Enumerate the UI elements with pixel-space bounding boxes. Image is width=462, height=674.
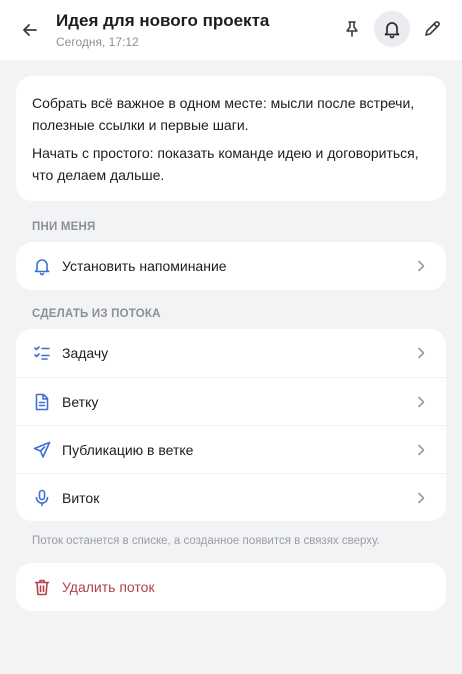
document-icon bbox=[32, 392, 52, 412]
arrow-left-icon bbox=[23, 24, 37, 36]
page-timestamp: Сегодня, 17:12 bbox=[56, 35, 139, 49]
microphone-icon bbox=[32, 488, 52, 508]
reminder-section-label: ПНИ МЕНЯ bbox=[32, 221, 96, 233]
convert-section-label: СДЕЛАТЬ ИЗ ПОТОКА bbox=[32, 308, 161, 320]
checklist-icon bbox=[32, 343, 52, 363]
make-branch-row[interactable]: Ветку bbox=[16, 377, 446, 425]
trash-icon bbox=[32, 577, 52, 597]
chevron-right-icon bbox=[414, 443, 428, 457]
bell-icon bbox=[32, 256, 52, 276]
note-paragraph: Начать с простого: показать команде идею… bbox=[32, 145, 419, 183]
make-voice-row[interactable]: Виток bbox=[16, 473, 446, 521]
notifications-button[interactable] bbox=[374, 11, 410, 47]
chevron-right-icon bbox=[414, 346, 428, 360]
make-voice-label: Виток bbox=[62, 489, 100, 506]
chevron-right-icon bbox=[414, 491, 428, 505]
top-bar: Идея для нового проекта Сегодня, 17:12 bbox=[0, 0, 462, 60]
make-branch-label: Ветку bbox=[62, 393, 99, 410]
set-reminder-row[interactable]: Установить напоминание bbox=[16, 242, 446, 290]
reminder-card: Установить напоминание bbox=[16, 242, 446, 290]
set-reminder-label: Установить напоминание bbox=[62, 258, 227, 274]
note-paragraph: Собрать всё важное в одном месте: мысли … bbox=[32, 95, 415, 133]
send-icon bbox=[32, 440, 52, 460]
convert-card: Задачу Ветку Публикацию в ветке Виток bbox=[16, 329, 446, 521]
delete-stream-label: Удалить поток bbox=[62, 579, 155, 595]
make-post-row[interactable]: Публикацию в ветке bbox=[16, 425, 446, 473]
pencil-icon bbox=[425, 21, 440, 36]
make-task-row[interactable]: Задачу bbox=[16, 329, 446, 377]
delete-stream-button[interactable]: Удалить поток bbox=[16, 563, 446, 611]
bell-icon bbox=[384, 22, 400, 39]
pin-button[interactable] bbox=[334, 11, 370, 47]
make-post-label: Публикацию в ветке bbox=[62, 441, 194, 458]
edit-button[interactable] bbox=[414, 11, 450, 47]
chevron-right-icon bbox=[414, 395, 428, 409]
note-content-card: Собрать всё важное в одном месте: мысли … bbox=[16, 76, 446, 201]
chevron-right-icon bbox=[414, 259, 428, 273]
back-button[interactable] bbox=[12, 12, 48, 48]
make-task-label: Задачу bbox=[62, 345, 109, 361]
page-title: Идея для нового проекта bbox=[56, 11, 270, 30]
pin-icon bbox=[346, 21, 358, 37]
footnote-text: Поток останется в списке, а созданное по… bbox=[32, 535, 380, 547]
delete-card: Удалить поток bbox=[16, 563, 446, 611]
